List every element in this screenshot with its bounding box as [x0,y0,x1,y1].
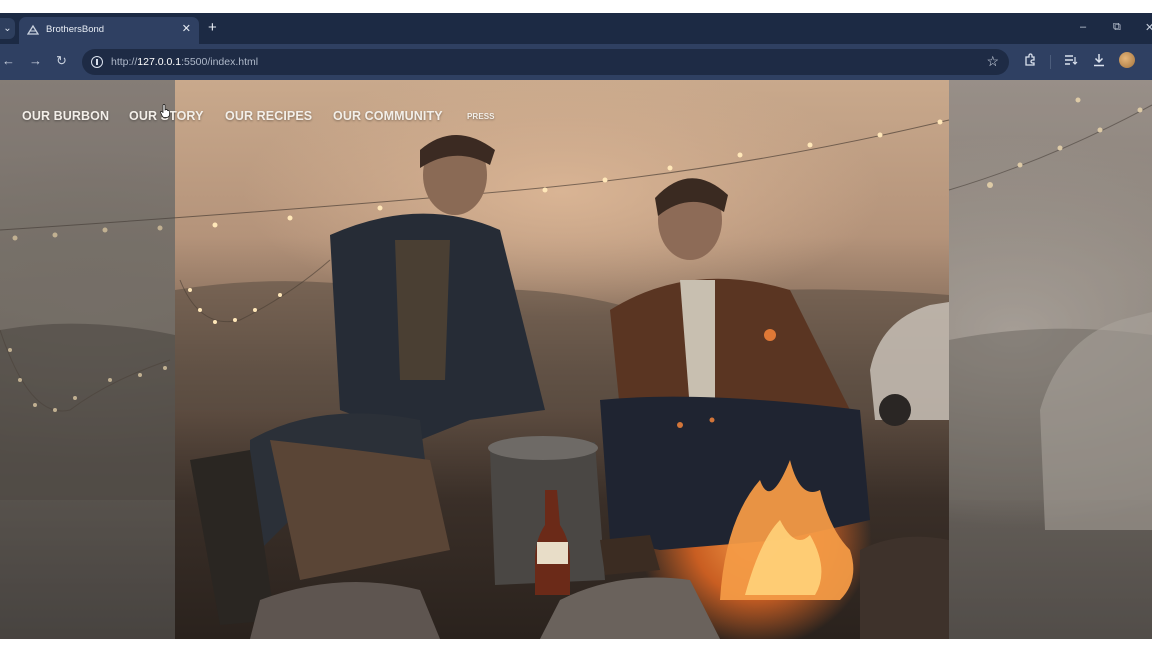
minimize-button[interactable]: – [1080,21,1086,33]
tab-close-icon[interactable]: ✕ [182,22,191,35]
new-tab-button[interactable]: + [208,19,217,36]
nav-link-our-community[interactable]: OUR COMMUNITY [333,109,443,123]
browser-tab[interactable]: BrothersBond ✕ [19,17,199,44]
left-dim-panel [0,80,175,639]
download-icon[interactable] [1092,53,1106,67]
nav-link-our-recipes[interactable]: OUR RECIPES [225,109,312,123]
reading-list-icon[interactable] [1064,54,1078,66]
browser-toolbar: ← → ↻ http://127.0.0.1:5500/index.html ☆ [0,44,1152,80]
address-bar[interactable]: http://127.0.0.1:5500/index.html ☆ [82,49,1009,75]
back-button[interactable]: ← [2,53,15,68]
forward-button[interactable]: → [29,53,42,68]
tab-title: BrothersBond [46,24,105,35]
restore-button[interactable]: ⧉ [1113,21,1121,34]
nav-link-press[interactable]: PRESS [467,112,495,121]
tab-strip: ⌄ BrothersBond ✕ + – ⧉ ✕ [0,13,1152,44]
nav-link-our-burbon[interactable]: OUR BURBON [22,109,109,123]
close-window-button[interactable]: ✕ [1145,21,1152,34]
reload-button[interactable]: ↻ [56,53,67,69]
profile-icon[interactable] [1119,52,1135,68]
page-viewport: OUR BURBON OUR STORY OUR RECIPES OUR COM… [0,80,1152,639]
hand-cursor-icon [160,104,170,118]
info-icon[interactable] [91,56,103,68]
tab-search-icon[interactable]: ⌄ [0,18,15,39]
browser-window: ⌄ BrothersBond ✕ + – ⧉ ✕ ← → ↻ http://12… [0,13,1152,639]
extensions-icon[interactable] [1023,53,1037,67]
site-navigation: OUR BURBON OUR STORY OUR RECIPES OUR COM… [0,80,1152,150]
star-icon[interactable]: ☆ [986,53,999,70]
right-dim-panel [949,80,1152,639]
url-text[interactable]: http://127.0.0.1:5500/index.html [111,56,258,68]
favicon-icon [27,24,39,35]
toolbar-separator [1050,55,1051,69]
